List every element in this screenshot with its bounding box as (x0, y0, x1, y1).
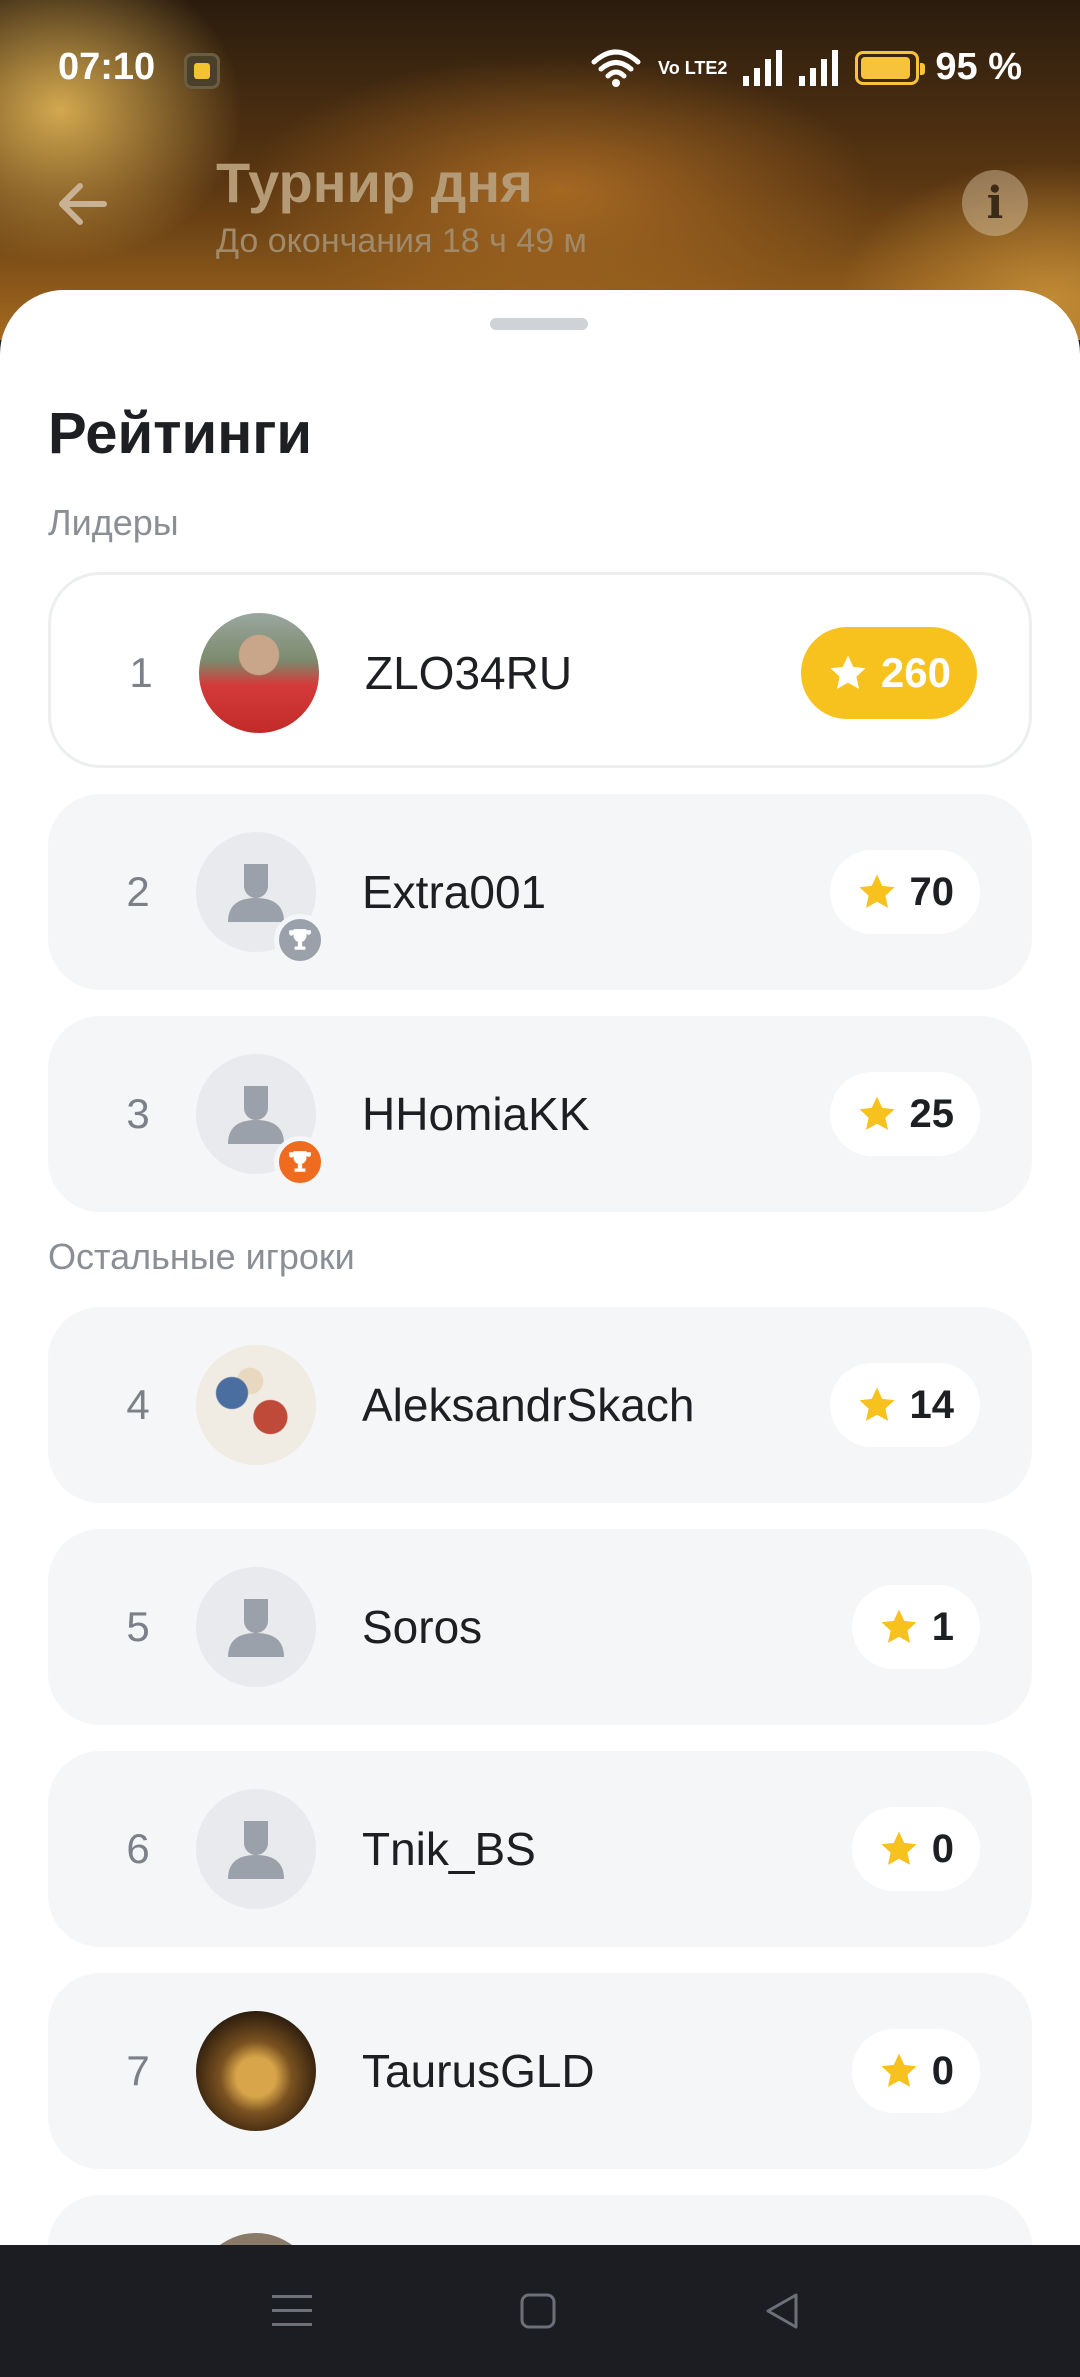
rank-number: 1 (129, 649, 153, 696)
score-badge: 0 (851, 2029, 980, 2113)
star-icon (856, 1384, 898, 1426)
score-value: 0 (931, 2048, 954, 2093)
rank-number: 3 (126, 1090, 150, 1137)
player-name: AleksandrSkach (362, 1379, 695, 1431)
battery-fill (861, 56, 911, 79)
score-value: 0 (931, 1826, 954, 1871)
page-title: Турнир дня (216, 151, 533, 214)
rank-number: 7 (126, 2047, 150, 2094)
leaderboard-row[interactable] (48, 2195, 1032, 2245)
score-value: 70 (909, 869, 955, 914)
player-name: HHomiaKK (362, 1088, 590, 1140)
player-name: Tnik_BS (362, 1823, 536, 1875)
others-label: Остальные игроки (48, 1236, 355, 1277)
star-icon (878, 1606, 920, 1648)
avatar (199, 613, 319, 733)
star-icon (856, 871, 898, 913)
leaderboard-row[interactable]: 5 Soros 1 (48, 1529, 1032, 1725)
avatar (196, 1345, 316, 1465)
leaderboard-row[interactable]: 6 Tnik_BS 0 (48, 1751, 1032, 1947)
ratings-sheet: Рейтинги Лидеры 1 ZLO34RU 260 2 Extra001 (0, 290, 1080, 2245)
star-icon (878, 1828, 920, 1870)
rank-number: 6 (126, 1825, 150, 1872)
rank-number: 2 (126, 868, 150, 915)
leaderboard-row[interactable]: 1 ZLO34RU 260 (48, 572, 1032, 768)
leaders-label: Лидеры (48, 502, 179, 543)
silver-trophy-icon (274, 914, 326, 966)
score-value: 1 (931, 1604, 954, 1649)
avatar-placeholder (196, 1789, 316, 1909)
rank-number: 4 (126, 1381, 150, 1428)
battery-icon (855, 50, 926, 85)
score-badge: 25 (829, 1072, 980, 1156)
star-icon (878, 2050, 920, 2092)
sheet-title: Рейтинги (48, 401, 313, 466)
leaderboard-row[interactable]: 4 AleksandrSkach 14 (48, 1307, 1032, 1503)
sheet-drag-handle[interactable] (490, 318, 588, 330)
signal-icon (743, 49, 783, 86)
leaderboard-row[interactable]: 2 Extra001 70 (48, 794, 1032, 990)
home-icon[interactable] (508, 2281, 568, 2341)
star-icon (856, 1093, 898, 1135)
status-bar: 07:10 Vo LTE2 95 % (0, 0, 1080, 130)
player-name: Extra001 (362, 866, 547, 918)
score-badge: 70 (829, 850, 980, 934)
avatar (196, 2233, 316, 2245)
nav-back-icon[interactable] (752, 2281, 812, 2341)
info-icon[interactable]: i (962, 170, 1028, 236)
avatar-placeholder (196, 1567, 316, 1687)
score-value: 14 (909, 1382, 955, 1427)
score-badge: 0 (851, 1807, 980, 1891)
score-badge: 14 (829, 1363, 980, 1447)
battery-percent: 95 % (935, 46, 1022, 88)
score-badge: 260 (800, 627, 977, 719)
volte-icon: Vo LTE2 (658, 57, 728, 78)
leaderboard-row[interactable]: 7 TaurusGLD 0 (48, 1973, 1032, 2169)
countdown-subtitle: До окончания 18 ч 49 м (216, 222, 587, 260)
star-icon (827, 652, 869, 694)
leaderboard-row[interactable]: 3 HHomiaKK 25 (48, 1016, 1032, 1212)
score-value: 25 (909, 1091, 955, 1136)
player-name: TaurusGLD (362, 2045, 595, 2097)
tournament-screen: 07:10 Vo LTE2 95 % Турнир дня До окончан… (0, 0, 1080, 2377)
app-notification-icon (184, 53, 220, 89)
avatar (196, 2011, 316, 2131)
player-name: Soros (362, 1601, 483, 1653)
menu-icon[interactable] (262, 2281, 322, 2341)
status-icons: Vo LTE2 95 % (590, 46, 1022, 89)
score-badge: 1 (851, 1585, 980, 1669)
player-name: ZLO34RU (365, 647, 573, 699)
bronze-trophy-icon (274, 1136, 326, 1188)
status-time: 07:10 (58, 46, 156, 88)
back-arrow-icon[interactable] (52, 174, 112, 234)
system-navigation-bar (0, 2245, 1080, 2377)
signal-icon (799, 49, 839, 86)
score-value: 260 (880, 649, 951, 696)
wifi-icon (590, 48, 642, 88)
rank-number: 5 (126, 1603, 150, 1650)
